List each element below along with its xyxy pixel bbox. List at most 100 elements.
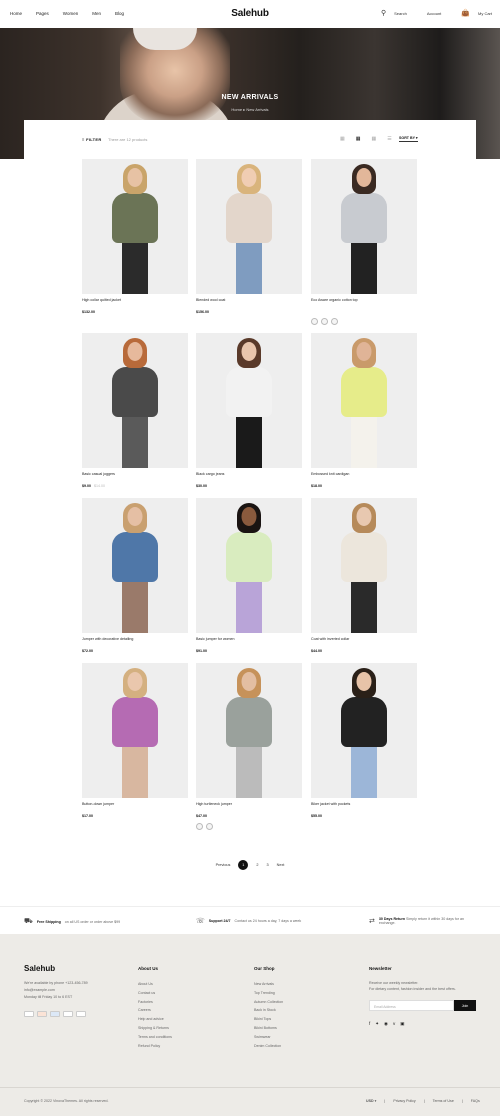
- prev-page[interactable]: Previous: [216, 863, 231, 867]
- product-name[interactable]: High collar quilted jacket: [82, 298, 121, 302]
- join-button[interactable]: Join: [454, 1000, 476, 1011]
- cart-icon[interactable]: 👜: [461, 10, 470, 17]
- currency-select[interactable]: USD ▾: [366, 1099, 376, 1103]
- product-name[interactable]: Coat with inverted collar: [311, 637, 349, 641]
- next-page[interactable]: Next: [277, 863, 285, 867]
- list-view-icon[interactable]: ☰: [387, 136, 391, 142]
- footer-link[interactable]: Swimwear: [254, 1033, 283, 1042]
- newsletter-title: Newsletter: [369, 966, 392, 971]
- product-price: $156.00: [196, 310, 212, 314]
- product-card[interactable]: [311, 663, 417, 798]
- product-card[interactable]: [82, 159, 188, 294]
- product-card[interactable]: [311, 498, 417, 633]
- product-image[interactable]: [311, 663, 417, 798]
- separator: |: [461, 1099, 463, 1103]
- product-name[interactable]: High turtleneck jumper: [196, 802, 232, 806]
- sort-dropdown[interactable]: SORT BY ▾: [399, 136, 418, 142]
- page-1[interactable]: 1: [238, 860, 249, 870]
- faqs-link[interactable]: FAQs: [471, 1099, 480, 1103]
- discover-icon: [76, 1011, 86, 1017]
- account-link[interactable]: Account: [427, 11, 441, 16]
- cart-link[interactable]: My Cart: [478, 11, 492, 16]
- product-name[interactable]: Basic casual joggers: [82, 472, 115, 476]
- product-image[interactable]: [196, 333, 302, 468]
- product-price: $44.00: [311, 649, 325, 653]
- product-name[interactable]: Eco Aware organic cotton top: [311, 298, 358, 302]
- footer-link[interactable]: New Arrivals: [254, 980, 283, 989]
- product-card[interactable]: [196, 663, 302, 798]
- product-image[interactable]: [196, 159, 302, 294]
- product-card[interactable]: [196, 498, 302, 633]
- product-name[interactable]: Jumper with decorative detailing: [82, 637, 133, 641]
- grid-3-icon[interactable]: ▦: [356, 136, 361, 142]
- color-swatch[interactable]: [321, 318, 328, 325]
- model-face: [356, 507, 372, 526]
- footer-link[interactable]: About Us: [138, 980, 172, 989]
- color-swatch[interactable]: [331, 318, 338, 325]
- footer-link[interactable]: Contact us: [138, 989, 172, 998]
- footer-link[interactable]: Back in Stock: [254, 1006, 283, 1015]
- product-image[interactable]: [82, 663, 188, 798]
- pinterest-icon[interactable]: ◉: [384, 1021, 388, 1027]
- price-value: $72.00: [82, 649, 93, 653]
- perk-shipping: ⛟ Free Shipping on all US order or order…: [24, 917, 120, 926]
- footer-link[interactable]: Bikini Bottoms: [254, 1024, 283, 1033]
- product-image[interactable]: [311, 498, 417, 633]
- footer-link[interactable]: Top Trending: [254, 989, 283, 998]
- product-card[interactable]: [82, 498, 188, 633]
- pagination: Previous 1 2 3 Next: [0, 860, 500, 870]
- footer-link[interactable]: Factories: [138, 998, 172, 1007]
- product-image[interactable]: [196, 498, 302, 633]
- vimeo-icon[interactable]: v: [393, 1021, 395, 1027]
- product-card[interactable]: [82, 663, 188, 798]
- contact-email[interactable]: info@example.com: [24, 987, 88, 994]
- instagram-icon[interactable]: ▣: [400, 1021, 404, 1027]
- product-card[interactable]: [196, 159, 302, 294]
- color-swatch[interactable]: [196, 823, 203, 830]
- product-card[interactable]: [196, 333, 302, 468]
- product-name[interactable]: Embossed knit cardigan: [311, 472, 349, 476]
- product-card[interactable]: [82, 333, 188, 468]
- footer-link[interactable]: Shipping & Returns: [138, 1024, 172, 1033]
- footer-link[interactable]: Help and advice: [138, 1015, 172, 1024]
- footer-link[interactable]: Terms and conditions: [138, 1033, 172, 1042]
- product-card[interactable]: [311, 333, 417, 468]
- product-name[interactable]: Blended wool coat: [196, 298, 225, 302]
- copyright: Copyright © 2022 VinovaThemes. All right…: [24, 1099, 109, 1103]
- footer-link[interactable]: Denim Collection: [254, 1042, 283, 1051]
- terms-link[interactable]: Terms of Use: [433, 1099, 454, 1103]
- twitter-icon[interactable]: ✦: [375, 1021, 379, 1027]
- chevron-down-icon: ▾: [374, 1099, 377, 1103]
- model-torso: [341, 697, 387, 747]
- separator: |: [384, 1099, 386, 1103]
- facebook-icon[interactable]: f: [369, 1021, 370, 1027]
- page-3[interactable]: 3: [266, 863, 268, 867]
- footer-logo[interactable]: Salehub: [24, 964, 55, 973]
- grid-2-icon[interactable]: ▦: [340, 136, 345, 142]
- color-swatch[interactable]: [311, 318, 318, 325]
- newsletter-email-input[interactable]: Email Address: [369, 1000, 454, 1011]
- footer-link[interactable]: Autumn Collection: [254, 998, 283, 1007]
- breadcrumb[interactable]: Home ▸ New Arrivals: [0, 107, 500, 112]
- search-link[interactable]: Search: [394, 11, 407, 16]
- product-image[interactable]: [82, 159, 188, 294]
- product-name[interactable]: Black cargo jeans: [196, 472, 224, 476]
- product-name[interactable]: Biker jacket with pockets: [311, 802, 350, 806]
- privacy-link[interactable]: Privacy Policy: [393, 1099, 415, 1103]
- grid-4-icon[interactable]: ▦: [371, 136, 376, 142]
- page-2[interactable]: 2: [256, 863, 258, 867]
- product-image[interactable]: [311, 159, 417, 294]
- product-image[interactable]: [196, 663, 302, 798]
- product-card[interactable]: [311, 159, 417, 294]
- product-name[interactable]: Basic jumper for women: [196, 637, 235, 641]
- footer-link[interactable]: Refund Policy: [138, 1042, 172, 1051]
- product-name[interactable]: Button-down jumper: [82, 802, 114, 806]
- product-image[interactable]: [311, 333, 417, 468]
- product-image[interactable]: [82, 333, 188, 468]
- product-image[interactable]: [82, 498, 188, 633]
- search-icon[interactable]: ⚲: [381, 10, 386, 17]
- footer-link[interactable]: Careers: [138, 1006, 172, 1015]
- filter-button[interactable]: ≡ FILTER: [82, 137, 102, 142]
- footer-link[interactable]: Bikini Tops: [254, 1015, 283, 1024]
- color-swatch[interactable]: [206, 823, 213, 830]
